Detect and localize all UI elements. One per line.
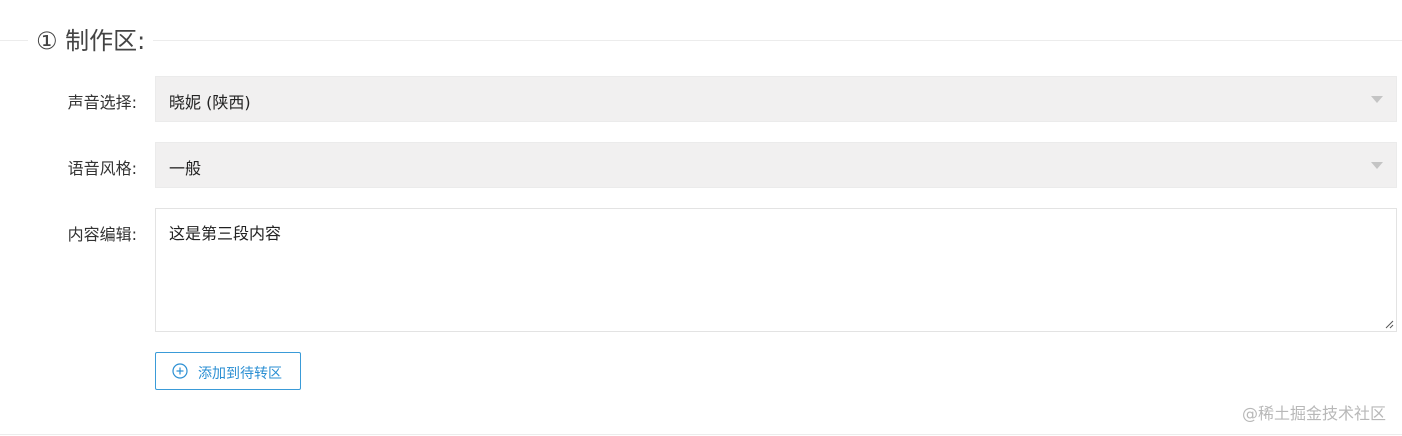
content-editor-textarea[interactable]: 这是第三段内容 (155, 208, 1397, 332)
voice-select-value: 晓妮 (陕西) (169, 93, 251, 112)
content-editor-label: 内容编辑: (67, 225, 137, 244)
section-header: ① 制作区: (0, 22, 1402, 62)
style-select-value: 一般 (169, 159, 202, 178)
production-panel: ① 制作区: 声音选择: 晓妮 (陕西) 语音风格: 一般 内容编辑: 这是第三… (0, 0, 1402, 436)
add-to-queue-button[interactable]: 添加到待转区 (155, 352, 301, 390)
voice-select[interactable]: 晓妮 (陕西) (155, 76, 1397, 122)
chevron-down-icon (1371, 96, 1383, 103)
style-select[interactable]: 一般 (155, 142, 1397, 188)
section-title: ① 制作区: (28, 22, 154, 60)
bottom-divider (0, 434, 1402, 435)
style-select-label: 语音风格: (67, 159, 137, 178)
watermark: @稀土掘金技术社区 (1241, 404, 1386, 423)
add-to-queue-label: 添加到待转区 (198, 365, 282, 381)
content-editor-text: 这是第三段内容 (169, 224, 282, 243)
resize-handle-icon[interactable] (1384, 319, 1394, 329)
section-divider (0, 40, 1402, 41)
voice-select-label: 声音选择: (67, 93, 137, 112)
chevron-down-icon (1371, 162, 1383, 169)
plus-circle-icon (172, 363, 188, 379)
